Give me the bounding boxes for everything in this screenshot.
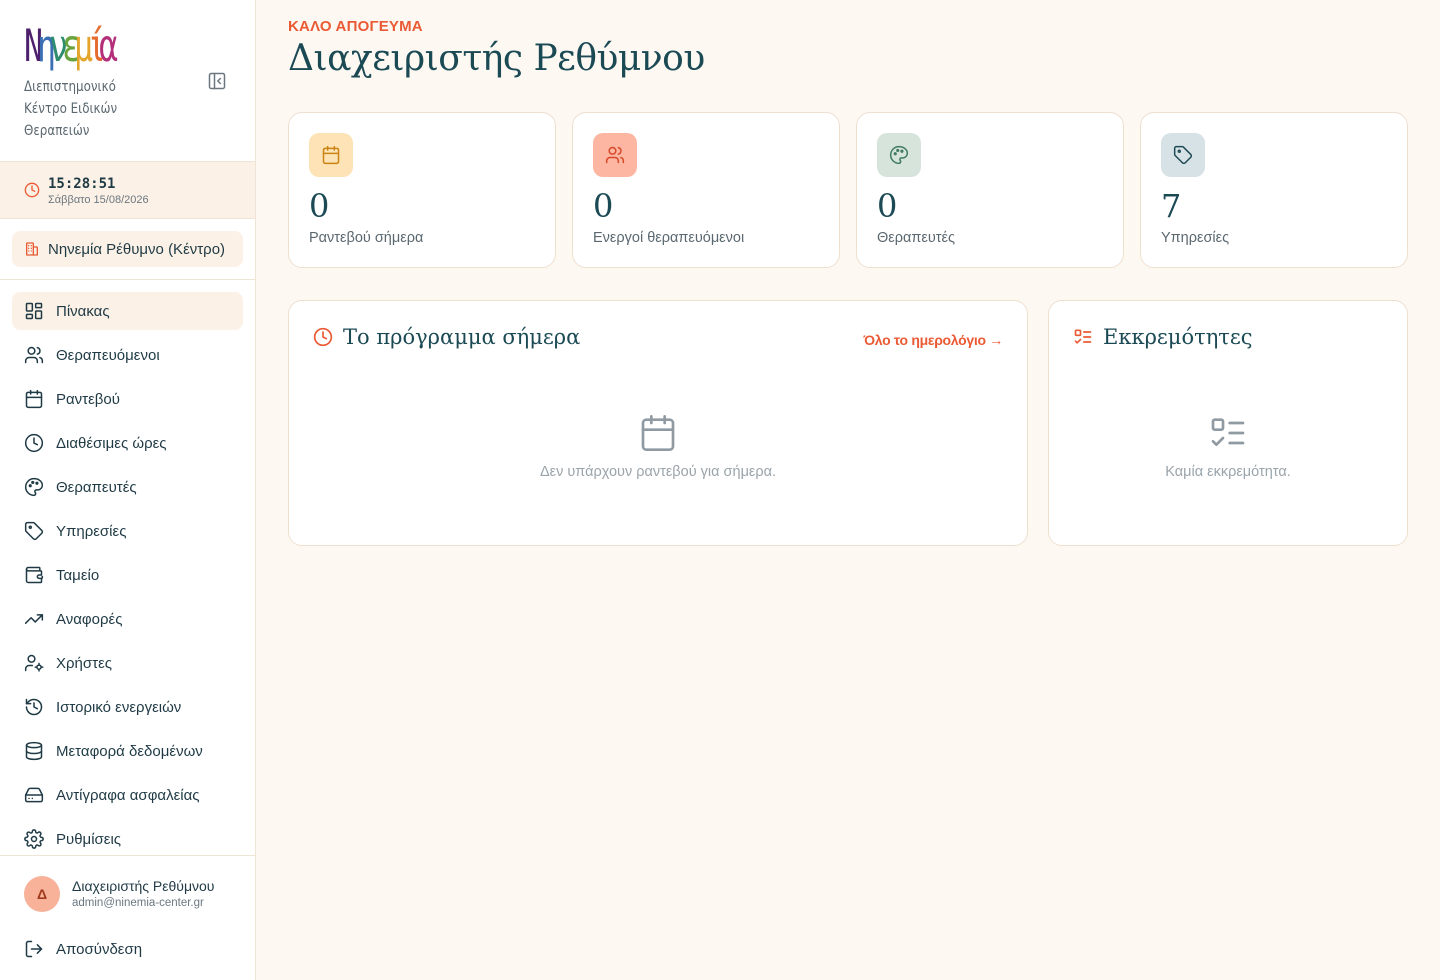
palette-icon [890,145,909,165]
nav-item-availability[interactable]: Διαθέσιμες ώρες [12,424,243,462]
stat-card-active-clients[interactable]: 0 Ενεργοί θεραπευόμενοι [572,112,840,268]
panel-header: Το πρόγραμμα σήμερα [313,325,580,349]
nav-label: Αναφορές [56,610,123,628]
live-clock: 15:28:51 Σάββατο 15/08/2026 [0,161,255,219]
sidebar: Νηνεμία Διεπιστημονικό Κέντρο Ειδικών Θε… [0,0,256,980]
nav-label: Ταμείο [56,566,100,584]
empty-state-text: Δεν υπάρχουν ραντεβού για σήμερα. [539,464,777,480]
today-schedule-panel: Το πρόγραμμα σήμερα Όλο το ημερολόγιο → … [288,300,1028,546]
collapse-sidebar-button[interactable] [206,70,228,92]
panel-title: Εκκρεμότητες [1103,325,1253,349]
clock-icon [313,327,333,347]
building-icon [26,242,38,256]
nav-label: Χρήστες [56,654,112,672]
brand-name: Νηνεμία [24,22,204,72]
clock-icon [24,433,44,453]
brand-logo[interactable]: Νηνεμία Διεπιστημονικό Κέντρο Ειδικών Θε… [24,22,204,142]
stat-icon-box [309,133,353,177]
tag-icon [1173,145,1193,165]
divider [0,279,255,280]
stat-icon-box [877,133,921,177]
wallet-icon [25,566,44,584]
logout-icon [25,940,43,958]
stat-card-therapists[interactable]: 0 Θεραπευτές [856,112,1124,268]
nav-item-backups[interactable]: Αντίγραφα ασφαλείας [12,776,243,814]
clock-date: Σάββατο 15/08/2026 [48,194,149,206]
location-selector[interactable]: Νηνεμία Ρέθυμνο (Κέντρο) [12,231,243,267]
location-label: Νηνεμία Ρέθυμνο (Κέντρο) [48,240,226,258]
nav-item-data-transfer[interactable]: Μεταφορά δεδομένων [12,732,243,770]
dashboard-icon [25,302,43,320]
user-email: admin@ninemia-center.gr [72,897,204,909]
greeting: ΚΑΛΟ ΑΠΟΓΕΥΜΑ [288,18,423,35]
tag-icon [24,521,44,541]
nav-item-reports[interactable]: Αναφορές [12,600,243,638]
calendar-icon [25,389,43,409]
list-checks-icon [1074,329,1092,344]
nav-label: Διαθέσιμες ώρες [56,434,167,452]
users-icon [24,346,44,364]
nav-item-dashboard[interactable]: Πίνακας [12,292,243,330]
stat-value: 7 [1161,187,1182,225]
nav-item-appointments[interactable]: Ραντεβού [12,380,243,418]
user-profile[interactable]: Δ Διαχειριστής Ρεθύμνου admin@ninemia-ce… [24,876,244,912]
nav-item-therapists[interactable]: Θεραπευτές [12,468,243,506]
gear-icon [24,829,44,849]
panel-header: Εκκρεμότητες [1073,325,1253,349]
nav-item-history[interactable]: Ιστορικό ενεργειών [12,688,243,726]
stat-icon-box [1161,133,1205,177]
empty-state-text: Καμία εκκρεμότητα. [1165,464,1291,480]
nav-label: Μεταφορά δεδομένων [56,742,203,760]
nav-label: Ραντεβού [56,390,120,408]
divider [0,855,255,856]
nav-item-settings[interactable]: Ρυθμίσεις [12,820,243,858]
clock-time: 15:28:51 [48,176,116,192]
stat-icon-box [593,133,637,177]
user-cog-icon [24,654,44,672]
page-title: Διαχειριστής Ρεθύμνου [288,38,705,79]
nav-item-cashier[interactable]: Ταμείο [12,556,243,594]
user-name: Διαχειριστής Ρεθύμνου [72,878,215,894]
stat-label: Θεραπευτές [877,230,955,246]
brand-letter: α [99,21,118,72]
clock-icon [24,182,40,198]
stat-card-appointments[interactable]: 0 Ραντεβού σήμερα [288,112,556,268]
stat-value: 0 [593,187,614,225]
database-icon [25,741,43,761]
hard-drive-icon [24,787,44,803]
users-icon [605,146,625,164]
nav-label: Ιστορικό ενεργειών [56,698,182,716]
history-icon [25,698,43,716]
panel-title: Το πρόγραμμα σήμερα [343,325,581,349]
main-nav: Πίνακας Θεραπευόμενοι Ραντεβού Διαθέσιμε… [12,292,243,864]
nav-label: Θεραπευόμενοι [56,346,160,364]
logout-button[interactable]: Αποσύνδεση [24,936,142,962]
palette-icon [25,477,44,497]
stat-label: Ενεργοί θεραπευόμενοι [593,230,745,246]
trending-up-icon [24,614,44,624]
full-calendar-link[interactable]: Όλο το ημερολόγιο → [864,332,1004,348]
stat-label: Ραντεβού σήμερα [309,230,424,246]
nav-item-users[interactable]: Χρήστες [12,644,243,682]
nav-label: Αντίγραφα ασφαλείας [56,786,200,804]
panel-collapse-icon [208,72,226,90]
logout-label: Αποσύνδεση [56,940,143,958]
brand-subtitle: Διεπιστημονικό Κέντρο Ειδικών Θεραπειών [24,79,118,139]
nav-label: Θεραπευτές [56,478,137,496]
stat-value: 0 [309,187,330,225]
stat-value: 0 [877,187,898,225]
avatar: Δ [24,876,60,912]
nav-label: Πίνακας [56,302,110,320]
stat-card-services[interactable]: 7 Υπηρεσίες [1140,112,1408,268]
nav-label: Ρυθμίσεις [56,830,122,848]
stat-label: Υπηρεσίες [1161,230,1230,246]
calendar-icon [322,145,340,165]
nav-item-clients[interactable]: Θεραπευόμενοι [12,336,243,374]
list-checks-icon [1211,418,1245,446]
nav-item-services[interactable]: Υπηρεσίες [12,512,243,550]
nav-label: Υπηρεσίες [56,522,127,540]
pending-tasks-panel: Εκκρεμότητες Καμία εκκρεμότητα. [1048,300,1408,546]
calendar-icon [641,415,675,451]
